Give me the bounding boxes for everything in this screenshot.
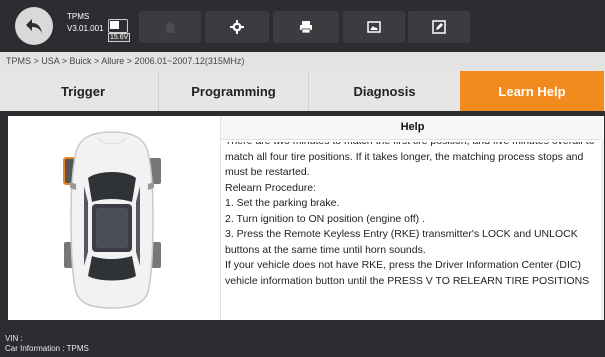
- home-icon: [164, 21, 176, 33]
- settings-icon: [230, 20, 244, 34]
- help-paragraph: 2. Turn ignition to ON position (engine …: [225, 212, 426, 225]
- settings-button[interactable]: [205, 11, 269, 43]
- report-icon: [432, 20, 446, 34]
- car-info-label: Car Information : TPMS: [5, 344, 89, 353]
- app-version: V3.01.001: [67, 24, 104, 33]
- image-icon: [367, 21, 381, 33]
- back-arrow-icon: [26, 19, 42, 33]
- home-button[interactable]: [139, 11, 201, 43]
- battery-icon: [108, 19, 128, 33]
- tab-programming[interactable]: Programming: [159, 71, 309, 111]
- help-paragraph: 1. Set the parking brake.: [225, 197, 340, 209]
- help-title: Help: [221, 116, 604, 140]
- help-paragraph: Relearn Procedure:: [225, 181, 317, 194]
- image-button[interactable]: [343, 11, 405, 43]
- tab-trigger[interactable]: Trigger: [8, 71, 159, 111]
- voltage-badge: 15.6V: [108, 33, 131, 42]
- app-name: TPMS: [67, 12, 90, 21]
- back-button[interactable]: [15, 7, 53, 45]
- help-text[interactable]: There are two minutes to match the first…: [225, 142, 595, 320]
- top-bar: TPMS V3.01.001 15.6V: [0, 0, 605, 52]
- help-paragraph: 3. Press the Remote Keyless Entry (RKE) …: [225, 228, 578, 256]
- app-info: TPMS V3.01.001 15.6V: [55, 10, 135, 42]
- status-footer: VIN : Car Information : TPMS: [0, 323, 605, 357]
- vin-label: VIN :: [5, 334, 23, 343]
- print-button[interactable]: [273, 11, 339, 43]
- help-paragraph: If your vehicle does not have RKE, press…: [225, 259, 590, 287]
- content-panel: Help There are two minutes to match the …: [8, 116, 604, 320]
- scrollbar[interactable]: [601, 139, 604, 320]
- breadcrumb: TPMS > USA > Buick > Allure > 2006.01~20…: [0, 52, 605, 71]
- report-button[interactable]: [408, 11, 470, 43]
- tab-bar: Trigger Programming Diagnosis Learn Help: [0, 71, 605, 111]
- tab-learn-help[interactable]: Learn Help: [460, 71, 604, 111]
- help-paragraph: There are two minutes to match the first…: [225, 142, 594, 178]
- vehicle-diagram: [8, 116, 220, 320]
- car-top-view-image: [63, 131, 161, 309]
- tab-diagnosis[interactable]: Diagnosis: [309, 71, 460, 111]
- help-panel: Help There are two minutes to match the …: [220, 116, 604, 320]
- print-icon: [300, 21, 312, 34]
